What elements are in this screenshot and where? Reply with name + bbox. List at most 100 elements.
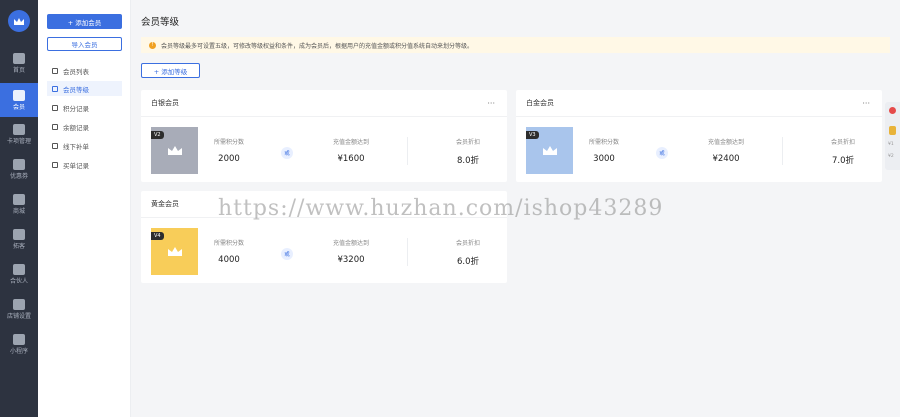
or-badge: 或 bbox=[281, 248, 293, 260]
home-icon bbox=[13, 52, 25, 64]
coupon-icon bbox=[13, 158, 25, 170]
discount-value: 7.0折 bbox=[831, 156, 855, 166]
discount-label: 会员折扣 bbox=[830, 139, 855, 146]
rail-item-label: 优惠券 bbox=[9, 172, 28, 180]
level-icon bbox=[52, 85, 58, 92]
points-label: 所需积分数 bbox=[213, 240, 244, 247]
level-badge: V3 bbox=[526, 131, 539, 139]
page-title: 会员等级 bbox=[141, 17, 180, 28]
card-icon bbox=[13, 123, 25, 135]
sidebar-item-points-record[interactable]: 积分记录 bbox=[47, 100, 122, 115]
add-member-button[interactable]: + 添加会员 bbox=[47, 14, 122, 29]
rail-item-label: 拓客 bbox=[12, 242, 25, 250]
rail-item-cards[interactable]: 卡项管理 bbox=[0, 117, 38, 151]
more-icon[interactable]: ··· bbox=[487, 99, 495, 108]
order-icon bbox=[52, 142, 58, 149]
level-badge: V2 bbox=[151, 131, 164, 139]
store-icon bbox=[13, 298, 25, 310]
divider bbox=[407, 238, 408, 266]
float-text-1: ¥1 bbox=[888, 142, 894, 147]
or-badge: 或 bbox=[281, 147, 293, 159]
discount-value: 8.0折 bbox=[456, 156, 480, 166]
sidebar-item-label: 会员列表 bbox=[63, 67, 89, 76]
rail-item-home[interactable]: 首页 bbox=[0, 46, 38, 80]
level-thumbnail: V4 bbox=[151, 228, 198, 275]
rail-item-coupon[interactable]: 优惠券 bbox=[0, 152, 38, 186]
miniapp-icon bbox=[13, 333, 25, 345]
recharge-value: ¥3200 bbox=[337, 255, 365, 265]
rail-item-miniapp[interactable]: 小程序 bbox=[0, 327, 38, 361]
recharge-label: 充值金额达到 bbox=[332, 240, 369, 247]
rail-item-label: 首页 bbox=[12, 66, 25, 74]
balance-icon bbox=[52, 123, 58, 130]
gift-icon[interactable] bbox=[889, 126, 896, 135]
points-value: 3000 bbox=[593, 154, 615, 164]
floating-toolbar[interactable]: ¥1 ¥2 bbox=[885, 102, 900, 170]
crown-icon bbox=[167, 146, 182, 155]
recharge-label: 充值金额达到 bbox=[707, 139, 744, 146]
sidebar-item-member-list[interactable]: 会员列表 bbox=[47, 63, 122, 78]
divider bbox=[782, 137, 783, 165]
payment-icon bbox=[52, 161, 58, 168]
list-icon bbox=[52, 67, 58, 74]
member-sidebar: + 添加会员 导入会员 会员列表 会员等级 积分记录 余额记录 线下补单 买单记… bbox=[38, 0, 131, 417]
add-level-button[interactable]: + 添加等级 bbox=[141, 63, 200, 78]
notice-text: 会员等级最多可设置五级，可修改等级权益和条件，成为会员后，根据用户的充值金额或积… bbox=[161, 42, 474, 50]
sidebar-item-label: 会员等级 bbox=[63, 85, 89, 94]
notification-icon[interactable] bbox=[889, 107, 896, 114]
level-badge: V4 bbox=[151, 232, 164, 240]
or-badge: 或 bbox=[656, 147, 668, 159]
rail-item-mall[interactable]: 商城 bbox=[0, 187, 38, 221]
points-label: 所需积分数 bbox=[213, 139, 244, 146]
sidebar-item-payment-record[interactable]: 买单记录 bbox=[47, 157, 122, 172]
discount-label: 会员折扣 bbox=[455, 240, 480, 247]
rail-item-label: 小程序 bbox=[9, 347, 28, 355]
crown-icon bbox=[167, 247, 182, 256]
app-rail: 首页 会员 卡项管理 优惠券 商城 拓客 合伙人 店铺设置 小程序 bbox=[0, 0, 38, 417]
crown-logo-icon[interactable] bbox=[8, 10, 30, 32]
partner-icon bbox=[13, 263, 25, 275]
sidebar-item-balance-record[interactable]: 余额记录 bbox=[47, 119, 122, 134]
points-label: 所需积分数 bbox=[588, 139, 619, 146]
level-card: 白银会员 ··· V2 所需积分数 2000 或 充值金额达到 ¥1600 会员… bbox=[141, 90, 507, 182]
rail-item-partner[interactable]: 合伙人 bbox=[0, 257, 38, 291]
level-name: 白金会员 bbox=[516, 90, 882, 117]
float-text-2: ¥2 bbox=[888, 154, 894, 159]
sidebar-item-label: 买单记录 bbox=[63, 161, 89, 170]
level-card: 白金会员 ··· V3 所需积分数 3000 或 充值金额达到 ¥2400 会员… bbox=[516, 90, 882, 182]
member-icon bbox=[13, 89, 25, 101]
rail-item-store-settings[interactable]: 店铺设置 bbox=[0, 292, 38, 326]
info-notice: ! 会员等级最多可设置五级，可修改等级权益和条件，成为会员后，根据用户的充值金额… bbox=[141, 37, 890, 53]
sidebar-item-label: 积分记录 bbox=[63, 104, 89, 113]
discount-value: 6.0折 bbox=[456, 257, 480, 267]
sidebar-item-label: 线下补单 bbox=[63, 142, 89, 151]
crown-icon bbox=[542, 146, 557, 155]
level-thumbnail: V3 bbox=[526, 127, 573, 174]
level-name: 白银会员 bbox=[141, 90, 507, 117]
rail-item-label: 卡项管理 bbox=[6, 137, 31, 145]
rail-item-member[interactable]: 会员 bbox=[0, 83, 38, 117]
more-icon[interactable]: ··· bbox=[862, 99, 870, 108]
watermark: https://www.huzhan.com/ishop43289 bbox=[218, 196, 664, 221]
points-icon bbox=[52, 104, 58, 111]
recharge-value: ¥2400 bbox=[712, 154, 740, 164]
import-member-button[interactable]: 导入会员 bbox=[47, 37, 122, 51]
expand-icon bbox=[13, 228, 25, 240]
rail-item-label: 店铺设置 bbox=[6, 312, 31, 320]
recharge-label: 充值金额达到 bbox=[332, 139, 369, 146]
sidebar-item-member-levels[interactable]: 会员等级 bbox=[47, 81, 122, 96]
divider bbox=[407, 137, 408, 165]
rail-item-label: 合伙人 bbox=[9, 277, 28, 285]
sidebar-item-offline-order[interactable]: 线下补单 bbox=[47, 138, 122, 153]
info-icon: ! bbox=[149, 41, 156, 49]
mall-icon bbox=[13, 193, 25, 205]
sidebar-item-label: 余额记录 bbox=[63, 123, 89, 132]
rail-item-label: 会员 bbox=[12, 103, 25, 111]
discount-label: 会员折扣 bbox=[455, 139, 480, 146]
points-value: 4000 bbox=[218, 255, 240, 265]
points-value: 2000 bbox=[218, 154, 240, 164]
recharge-value: ¥1600 bbox=[337, 154, 365, 164]
rail-item-label: 商城 bbox=[12, 207, 25, 215]
level-thumbnail: V2 bbox=[151, 127, 198, 174]
rail-item-expand[interactable]: 拓客 bbox=[0, 222, 38, 256]
